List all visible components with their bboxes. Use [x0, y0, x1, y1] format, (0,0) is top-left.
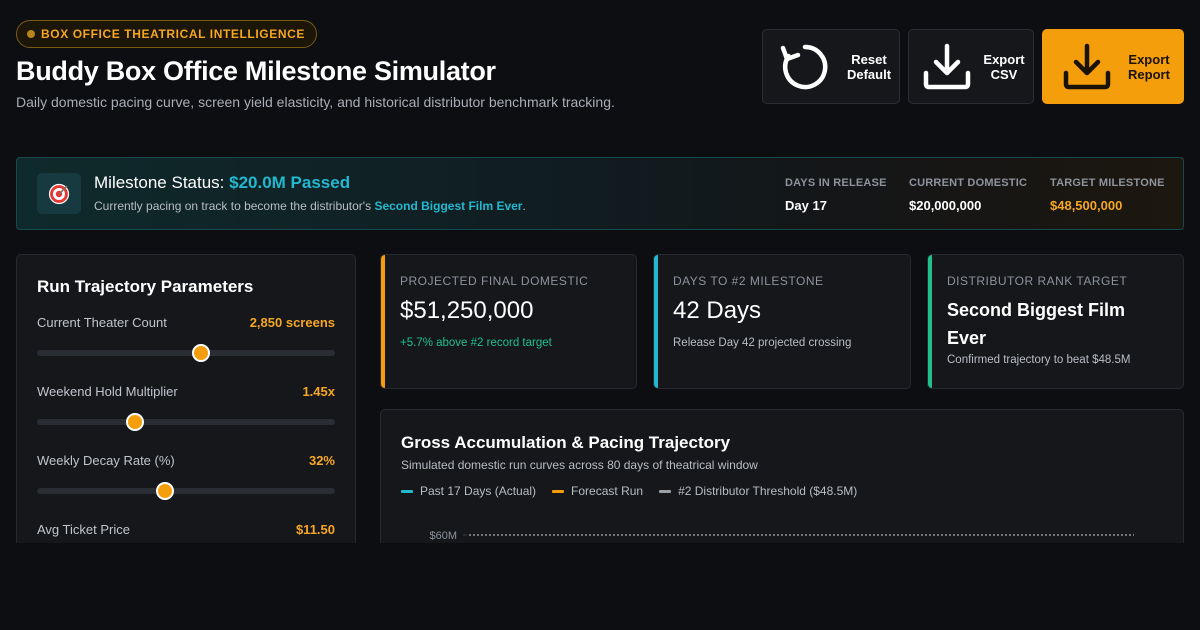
card-value: 42 Days	[673, 297, 762, 324]
export-csv-button[interactable]: Export CSV	[908, 29, 1034, 104]
status-desc-suffix: .	[522, 199, 526, 213]
milestone-status-description: Currently pacing on track to become the …	[94, 199, 526, 213]
status-desc-highlight: Second Biggest Film Ever	[374, 199, 523, 213]
page-title: Buddy Box Office Milestone Simulator	[16, 56, 496, 86]
badge-label: BOX OFFICE THEATRICAL INTELLIGENCE	[41, 27, 305, 41]
card-note: +5.7% above #2 record target	[400, 337, 552, 349]
milestone-status-banner: Milestone Status: $20.0M Passed Currentl…	[16, 157, 1184, 230]
legend-swatch	[401, 489, 413, 493]
param-value: 32%	[308, 453, 335, 468]
chart-legend: Past 17 Days (Actual) Forecast Run #2 Di…	[401, 484, 857, 498]
card-label: PROJECTED FINAL DOMESTIC	[400, 274, 589, 288]
slider-track[interactable]	[37, 488, 335, 494]
legend-swatch	[659, 489, 672, 493]
legend-label: Forecast Run	[571, 484, 644, 498]
legend-label: #2 Distributor Threshold ($48.5M)	[678, 484, 858, 498]
card-value: $51,250,000	[400, 297, 534, 324]
param-label: Weekend Hold Multiplier	[37, 384, 178, 399]
param-value: $11.50	[295, 522, 335, 537]
reset-icon	[780, 44, 828, 89]
param-value: 1.45x	[302, 384, 335, 399]
trajectory-chart-panel: Gross Accumulation & Pacing Trajectory S…	[380, 409, 1184, 543]
stat-days-in-release: DAYS IN RELEASE Day 17	[785, 177, 887, 213]
legend-swatch	[552, 489, 565, 493]
y-tick-label: $60M	[429, 530, 457, 542]
chart-plot: $60M	[429, 530, 1134, 542]
download-icon	[923, 43, 971, 89]
reset-default-label: Reset Default	[846, 51, 892, 82]
status-title-prefix: Milestone Status:	[94, 173, 230, 192]
milestone-status-title: Milestone Status: $20.0M Passed	[94, 173, 350, 193]
chart-title: Gross Accumulation & Pacing Trajectory	[401, 433, 731, 452]
download-icon	[1063, 43, 1111, 89]
status-title-value: $20.0M Passed	[229, 173, 351, 192]
trajectory-parameters-panel: Run Trajectory Parameters Current Theate…	[16, 254, 356, 543]
param-label: Avg Ticket Price	[37, 522, 130, 537]
target-icon	[37, 173, 81, 214]
card-distributor-rank: DISTRIBUTOR RANK TARGET Second Biggest F…	[927, 254, 1184, 389]
category-badge: BOX OFFICE THEATRICAL INTELLIGENCE	[16, 20, 317, 48]
param-label: Current Theater Count	[37, 315, 167, 330]
export-report-button[interactable]: Export Report	[1042, 29, 1184, 104]
status-desc-prefix: Currently pacing on track to become the …	[94, 199, 375, 213]
stat-value: $48,500,000	[1050, 198, 1123, 213]
stat-current-domestic: CURRENT DOMESTIC $20,000,000	[909, 177, 1027, 213]
card-note: Release Day 42 projected crossing	[673, 337, 852, 349]
card-label: DAYS TO #2 MILESTONE	[673, 274, 824, 288]
app-viewport: BOX OFFICE THEATRICAL INTELLIGENCE Buddy…	[0, 0, 1200, 543]
legend-label: Past 17 Days (Actual)	[420, 484, 537, 498]
slider-thumb[interactable]	[191, 344, 210, 362]
card-days-to-milestone: DAYS TO #2 MILESTONE 42 Days Release Day…	[653, 254, 911, 389]
slider-thumb[interactable]	[126, 413, 145, 431]
stat-value: Day 17	[785, 198, 827, 213]
slider-track[interactable]	[37, 350, 335, 356]
stat-label: CURRENT DOMESTIC	[909, 177, 1028, 189]
card-note: Confirmed trajectory to beat $48.5M	[947, 354, 1131, 366]
legend-item-actual[interactable]: Past 17 Days (Actual)	[401, 484, 536, 498]
legend-item-threshold[interactable]: #2 Distributor Threshold ($48.5M)	[659, 484, 857, 498]
card-value: Second Biggest Film Ever	[947, 300, 1126, 348]
page-subtitle: Daily domestic pacing curve, screen yiel…	[16, 94, 615, 110]
panel-title: Run Trajectory Parameters	[37, 277, 254, 296]
param-label: Weekly Decay Rate (%)	[37, 453, 175, 468]
stat-target-milestone: TARGET MILESTONE $48,500,000	[1050, 177, 1165, 213]
legend-item-forecast[interactable]: Forecast Run	[552, 484, 643, 498]
param-value: 2,850 screens	[249, 315, 335, 330]
chart-subtitle: Simulated domestic run curves across 80 …	[401, 458, 758, 472]
card-label: DISTRIBUTOR RANK TARGET	[947, 274, 1128, 288]
export-csv-label: Export CSV	[983, 51, 1025, 82]
stat-label: TARGET MILESTONE	[1050, 177, 1165, 189]
stat-label: DAYS IN RELEASE	[785, 177, 887, 189]
export-report-label: Export Report	[1128, 51, 1170, 82]
slider-track[interactable]	[37, 419, 335, 425]
badge-dot-icon	[27, 30, 35, 38]
slider-thumb[interactable]	[156, 482, 175, 500]
stat-value: $20,000,000	[909, 198, 982, 213]
reset-default-button[interactable]: Reset Default	[762, 29, 900, 104]
card-projected-final-domestic: PROJECTED FINAL DOMESTIC $51,250,000 +5.…	[380, 254, 637, 389]
